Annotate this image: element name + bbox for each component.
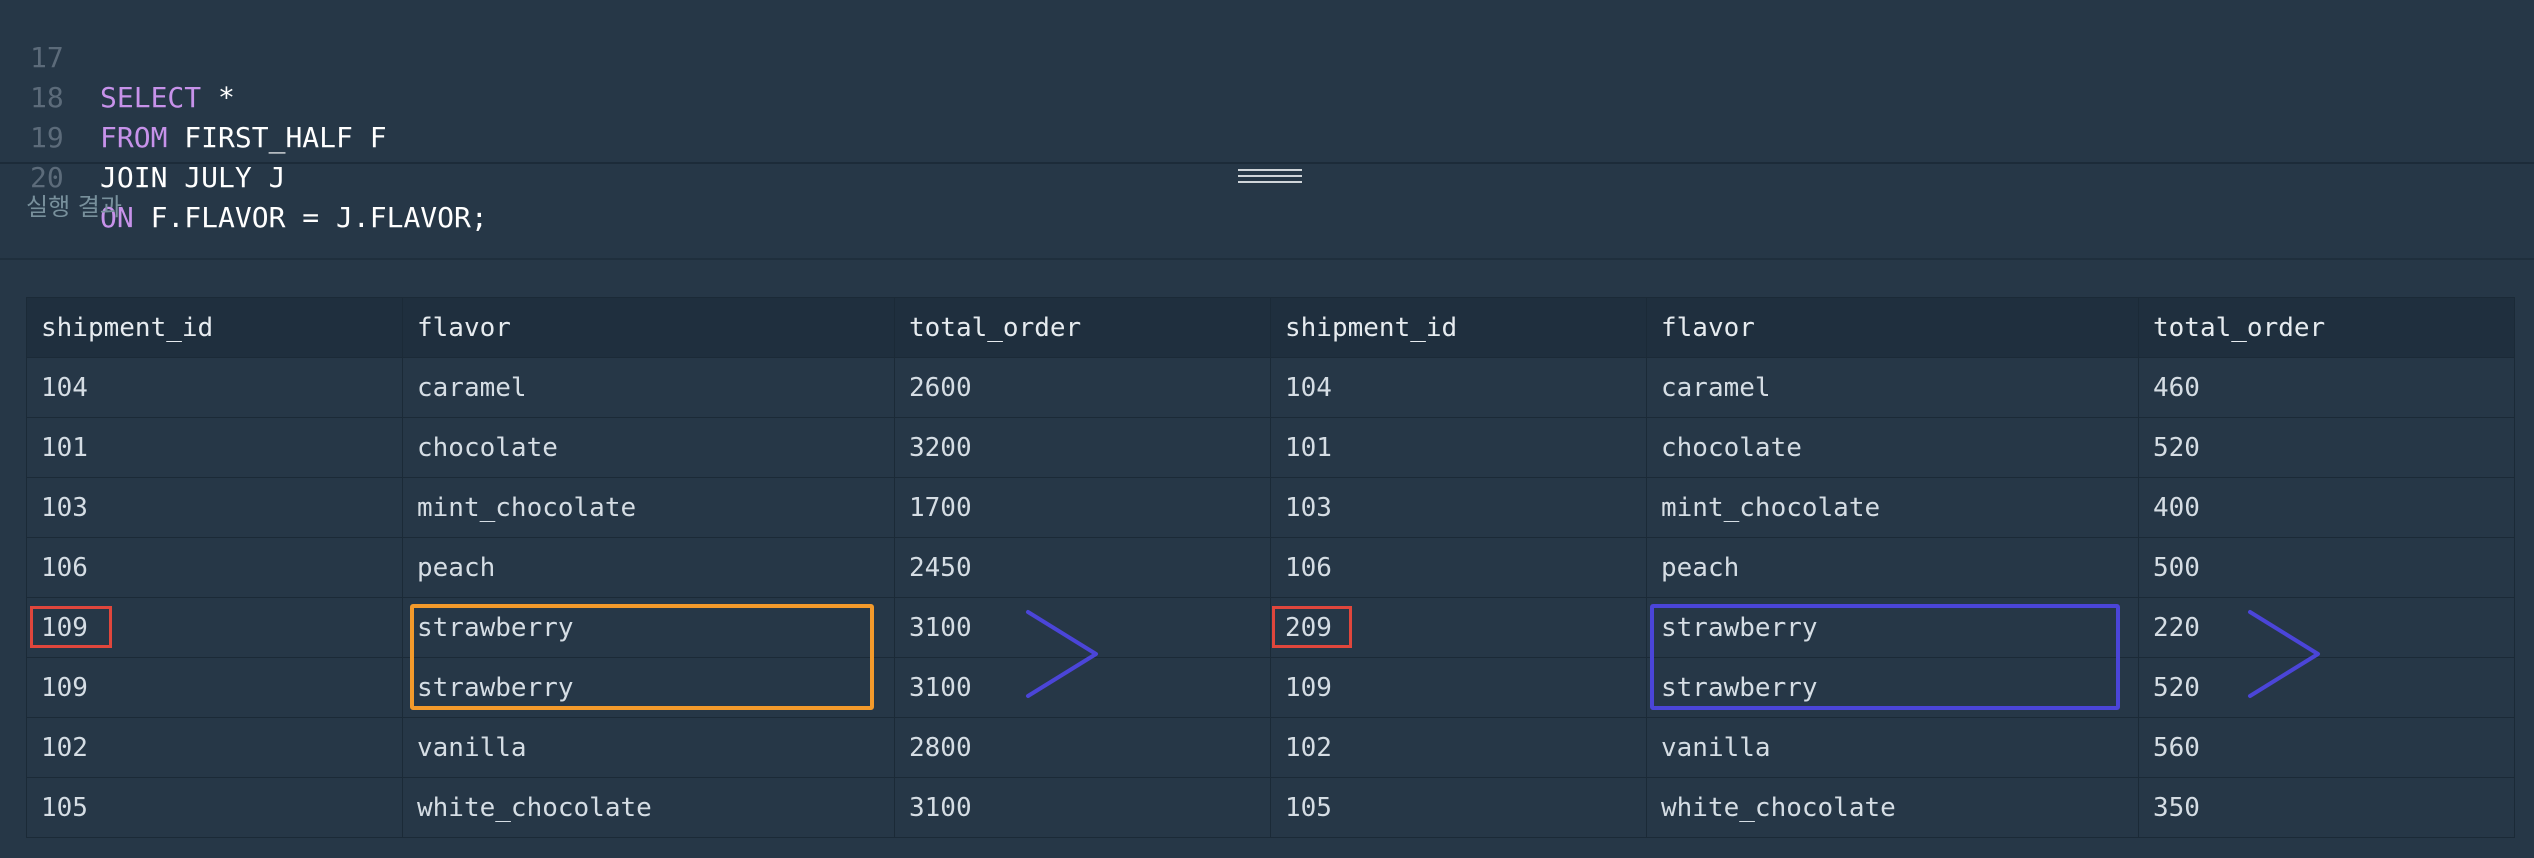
code-line-17[interactable]: 17 SELECT * bbox=[0, 0, 800, 114]
table-header-row: shipment_id flavor total_order shipment_… bbox=[26, 297, 2515, 358]
code-line-18[interactable]: 18 FROM FIRST_HALF F bbox=[0, 38, 800, 154]
table-cell: chocolate bbox=[1646, 417, 2139, 478]
table-cell: 104 bbox=[1270, 357, 1647, 418]
table-cell: peach bbox=[1646, 537, 2139, 598]
panel-divider bbox=[0, 162, 2534, 164]
column-header: shipment_id bbox=[26, 297, 403, 358]
table-cell: 220 bbox=[2138, 597, 2515, 658]
table-cell: 105 bbox=[26, 777, 403, 838]
greater-than-mark-left bbox=[1026, 610, 1098, 698]
table-cell: 101 bbox=[26, 417, 403, 478]
table-cell: vanilla bbox=[402, 717, 895, 778]
table-cell: 560 bbox=[2138, 717, 2515, 778]
red-highlight-box-left bbox=[30, 606, 112, 648]
column-header: shipment_id bbox=[1270, 297, 1647, 358]
table-row: 102 vanilla 2800 102 vanilla 560 bbox=[26, 717, 2515, 778]
table-cell: 1700 bbox=[894, 477, 1271, 538]
table-row: 106 peach 2450 106 peach 500 bbox=[26, 537, 2515, 598]
table-cell: 103 bbox=[1270, 477, 1647, 538]
table-cell: 500 bbox=[2138, 537, 2515, 598]
code-rest: F.FLAVOR = J.FLAVOR; bbox=[133, 201, 488, 234]
table-cell: mint_chocolate bbox=[402, 477, 895, 538]
table-cell: chocolate bbox=[402, 417, 895, 478]
results-title: 실행 결과 bbox=[26, 193, 122, 221]
greater-than-mark-right bbox=[2248, 610, 2320, 698]
column-header: flavor bbox=[1646, 297, 2139, 358]
purple-highlight-box bbox=[1650, 604, 2120, 710]
table-cell: 350 bbox=[2138, 777, 2515, 838]
table-cell: caramel bbox=[1646, 357, 2139, 418]
table-cell: 520 bbox=[2138, 657, 2515, 718]
table-cell: 106 bbox=[1270, 537, 1647, 598]
table-cell: 2450 bbox=[894, 537, 1271, 598]
table-row: 109 strawberry 3100 109 strawberry 520 bbox=[26, 657, 2515, 718]
table-cell: 400 bbox=[2138, 477, 2515, 538]
table-cell: 109 bbox=[26, 657, 403, 718]
table-cell: 520 bbox=[2138, 417, 2515, 478]
table-cell: 104 bbox=[26, 357, 403, 418]
code-line-20[interactable]: 20 ON F.FLAVOR = J.FLAVOR; bbox=[0, 118, 800, 234]
table-cell: 102 bbox=[26, 717, 403, 778]
results-divider bbox=[0, 258, 2534, 260]
table-row: 104 caramel 2600 104 caramel 460 bbox=[26, 357, 2515, 418]
code-text: JOIN JULY J bbox=[100, 158, 285, 198]
code-rest: JOIN JULY J bbox=[100, 161, 286, 194]
table-row: 101 chocolate 3200 101 chocolate 520 bbox=[26, 417, 2515, 478]
table-cell: 105 bbox=[1270, 777, 1647, 838]
column-header: total_order bbox=[894, 297, 1271, 358]
sql-editor[interactable]: 17 SELECT * 18 FROM FIRST_HALF F 19 JOIN… bbox=[0, 0, 2534, 234]
table-row: 109 strawberry 3100 209 strawberry 220 bbox=[26, 597, 2515, 658]
table-cell: 101 bbox=[1270, 417, 1647, 478]
column-header: flavor bbox=[402, 297, 895, 358]
resize-handle[interactable] bbox=[1238, 169, 1302, 187]
orange-highlight-box bbox=[410, 604, 874, 710]
table-cell: vanilla bbox=[1646, 717, 2139, 778]
table-cell: 109 bbox=[1270, 657, 1647, 718]
table-row: 105 white_chocolate 3100 105 white_choco… bbox=[26, 777, 2515, 838]
table-cell: mint_chocolate bbox=[1646, 477, 2139, 538]
table-cell: 3100 bbox=[894, 777, 1271, 838]
table-cell: 460 bbox=[2138, 357, 2515, 418]
table-cell: 102 bbox=[1270, 717, 1647, 778]
grip-line bbox=[1238, 169, 1302, 171]
table-cell: peach bbox=[402, 537, 895, 598]
table-cell: 3200 bbox=[894, 417, 1271, 478]
code-text: ON F.FLAVOR = J.FLAVOR; bbox=[100, 198, 488, 238]
results-table: shipment_id flavor total_order shipment_… bbox=[26, 297, 2515, 838]
grip-line bbox=[1238, 175, 1302, 177]
grip-line bbox=[1238, 181, 1302, 183]
column-header: total_order bbox=[2138, 297, 2515, 358]
table-cell: 103 bbox=[26, 477, 403, 538]
table-cell: white_chocolate bbox=[402, 777, 895, 838]
table-cell: 106 bbox=[26, 537, 403, 598]
red-highlight-box-right bbox=[1272, 606, 1352, 648]
table-cell: 2800 bbox=[894, 717, 1271, 778]
table-cell: caramel bbox=[402, 357, 895, 418]
table-cell: white_chocolate bbox=[1646, 777, 2139, 838]
code-line-19[interactable]: 19 JOIN JULY J bbox=[0, 78, 800, 194]
table-cell: 2600 bbox=[894, 357, 1271, 418]
table-row: 103 mint_chocolate 1700 103 mint_chocola… bbox=[26, 477, 2515, 538]
